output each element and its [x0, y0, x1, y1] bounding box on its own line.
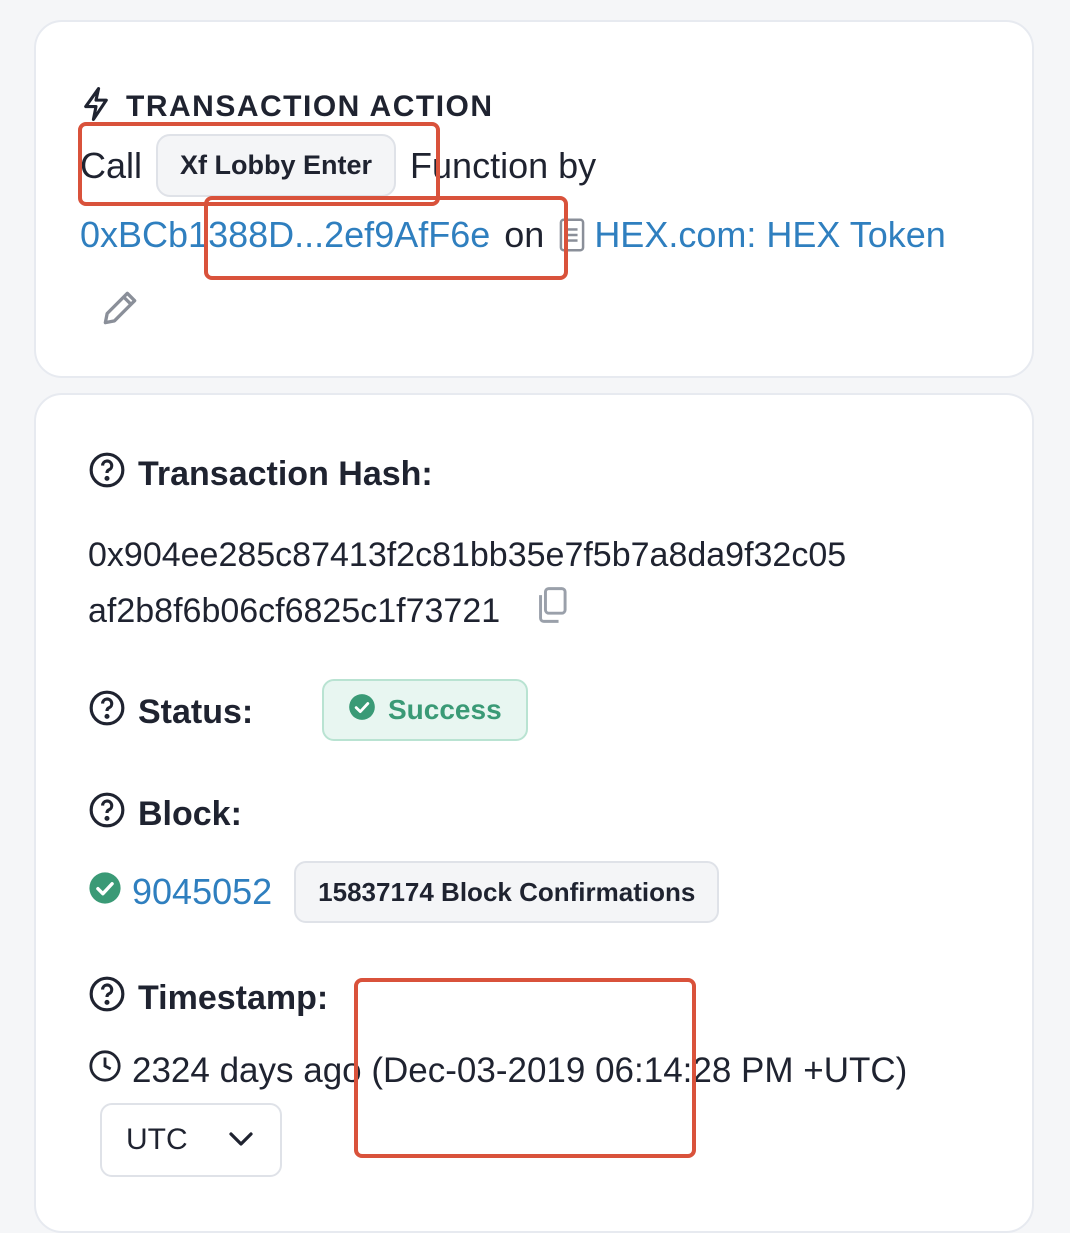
status-label: Status: [88, 689, 253, 736]
copy-icon[interactable] [534, 585, 570, 642]
transaction-action-card: TRANSACTION ACTION Call Xf Lobby Enter F… [34, 20, 1034, 378]
timestamp-value: 2324 days ago (Dec-03-2019 06:14:28 PM +… [132, 1050, 908, 1090]
on-word: on [504, 214, 545, 255]
timestamp-value-line: 2324 days ago (Dec-03-2019 06:14:28 PM +… [88, 1049, 907, 1092]
contract-name-link[interactable]: HEX.com: HEX Token [594, 214, 945, 256]
call-word: Call [80, 144, 143, 186]
block-confirmations-badge: 15837174 Block Confirmations [294, 861, 720, 923]
hash-label-text: Transaction Hash: [138, 455, 433, 493]
transaction-action-header: TRANSACTION ACTION [80, 86, 494, 127]
from-address-link[interactable]: 0xBCb1388D...2ef9AfF6e [80, 214, 490, 256]
timezone-selected-value: UTC [126, 1123, 188, 1156]
function-name-badge: Xf Lobby Enter [156, 134, 397, 197]
lightning-icon [80, 86, 112, 127]
check-circle-icon [88, 871, 122, 914]
status-label-text: Status: [138, 693, 254, 731]
block-label: Block: [88, 791, 242, 838]
function-by-text: Function by [410, 144, 597, 186]
transaction-hash-value: 0x904ee285c87413f2c81bb35e7f5b7a8da9f32c… [88, 527, 988, 642]
timestamp-label-text: Timestamp: [138, 979, 329, 1017]
help-circle-icon[interactable] [88, 975, 126, 1022]
check-circle-icon [348, 693, 376, 728]
transaction-hash-label: Transaction Hash: [88, 451, 433, 498]
clock-icon [88, 1049, 122, 1092]
hash-line-1: 0x904ee285c87413f2c81bb35e7f5b7a8da9f32c… [88, 536, 847, 574]
block-row: 9045052 15837174 Block Confirmations [88, 861, 720, 923]
document-icon [558, 217, 586, 253]
timezone-select[interactable]: UTC [100, 1103, 282, 1177]
status-text: Success [388, 694, 502, 725]
status-badge: Success [322, 679, 528, 741]
section-title: TRANSACTION ACTION [126, 89, 494, 123]
block-label-text: Block: [138, 795, 242, 833]
help-circle-icon[interactable] [88, 791, 126, 838]
transaction-details-card: Transaction Hash: 0x904ee285c87413f2c81b… [34, 393, 1034, 1233]
action-call-line: Call Xf Lobby Enter Function by [80, 134, 596, 197]
hash-line-2: af2b8f6b06cf6825c1f73721 [88, 592, 501, 630]
help-circle-icon[interactable] [88, 689, 126, 736]
action-address-line: 0xBCb1388D...2ef9AfF6e on HEX.com: HEX T… [80, 214, 946, 256]
help-circle-icon[interactable] [88, 451, 126, 498]
block-number-link[interactable]: 9045052 [132, 871, 272, 913]
pencil-icon[interactable] [98, 286, 142, 335]
timestamp-label: Timestamp: [88, 975, 328, 1022]
chevron-down-icon [226, 1123, 256, 1157]
